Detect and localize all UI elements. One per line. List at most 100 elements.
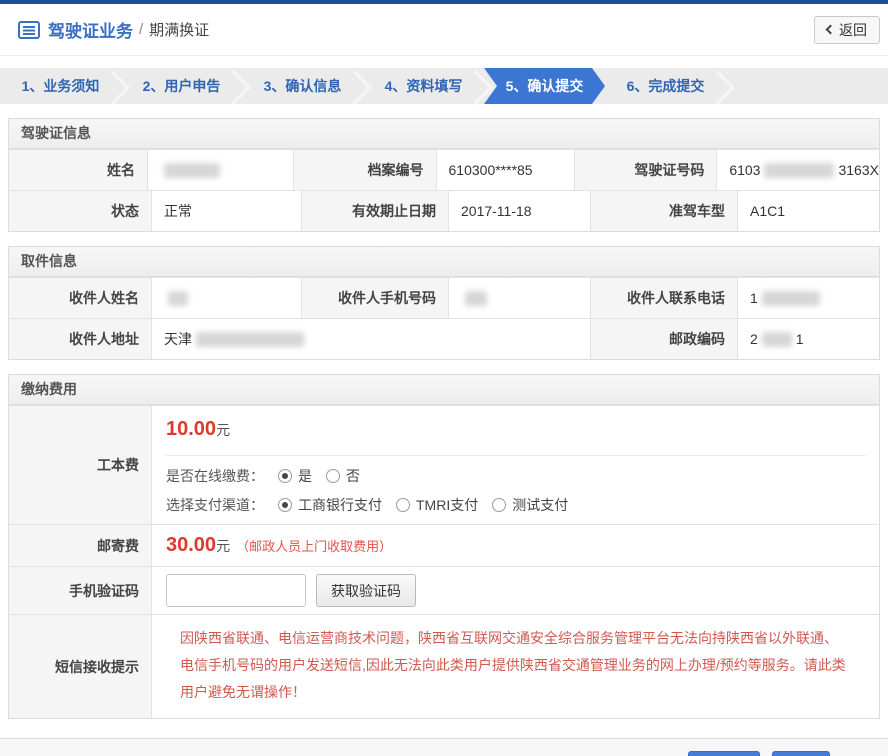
step-5-confirm-submit-active[interactable]: 5、确认提交: [484, 68, 605, 104]
radio-online-yes-label[interactable]: 是: [298, 466, 312, 486]
sms-tip-row: 短信接收提示 因陕西省联通、电信运营商技术问题，陕西省互联网交通安全综合服务管理…: [9, 614, 879, 718]
chevron-left-icon: [826, 25, 836, 35]
postal-code-label: 邮政编码: [590, 319, 737, 359]
page: 驾驶证业务 / 期满换证 返回 1、业务须知 2、用户申告 3、确认信息 4、资…: [0, 0, 888, 756]
postage-fee-row: 邮寄费 30.00元 （邮政人员上门收取费用）: [9, 524, 879, 566]
radio-channel-tmri-label[interactable]: TMRI支付: [416, 495, 478, 515]
radio-channel-icbc-label[interactable]: 工商银行支付: [298, 495, 382, 515]
expiry-date-value: 2017-11-18: [448, 191, 590, 231]
radio-channel-icbc[interactable]: [278, 498, 292, 512]
captcha-body: 获取验证码: [151, 567, 879, 614]
redacted-postal-code: [762, 332, 792, 347]
recipient-address-prefix: 天津: [164, 329, 192, 349]
step-1-business-notice[interactable]: 1、业务须知: [0, 68, 121, 104]
page-title: 驾驶证业务: [48, 17, 133, 42]
get-captcha-button[interactable]: 获取验证码: [316, 574, 416, 607]
radio-channel-test[interactable]: [492, 498, 506, 512]
back-button-label: 返回: [839, 20, 867, 40]
recipient-mobile-label: 收件人手机号码: [301, 278, 448, 318]
table-row: 状态 正常 有效期止日期 2017-11-18 准驾车型 A1C1: [9, 190, 879, 231]
name-label: 姓名: [9, 150, 147, 190]
postage-fee-note: （邮政人员上门收取费用）: [236, 536, 392, 555]
radio-online-yes[interactable]: [278, 469, 292, 483]
status-value: 正常: [151, 191, 301, 231]
content-card: 驾驶证业务 / 期满换证 返回 1、业务须知 2、用户申告 3、确认信息 4、资…: [0, 0, 888, 750]
redacted-name: [164, 163, 220, 178]
radio-online-no-label[interactable]: 否: [346, 466, 360, 486]
postage-fee-unit: 元: [216, 536, 230, 556]
sms-tip-label: 短信接收提示: [9, 615, 151, 718]
previous-step-button[interactable]: 上一步: [688, 751, 760, 756]
license-number-label: 驾驶证号码: [574, 150, 717, 190]
license-info-title: 驾驶证信息: [9, 119, 879, 149]
fees-section: 缴纳费用 工本费 10.00元 是否在线缴费： 是 否 选择支付渠道： 工商银行…: [8, 374, 880, 719]
captcha-line: 获取验证码: [166, 567, 865, 614]
table-row: 收件人姓名 收件人手机号码 收件人联系电话 1: [9, 277, 879, 318]
postal-code-value: 2 1: [737, 319, 879, 359]
postage-fee-amount: 30.00: [166, 534, 216, 557]
production-fee-row: 工本费 10.00元 是否在线缴费： 是 否 选择支付渠道： 工商银行支付: [9, 405, 879, 524]
sms-tip-body: 因陕西省联通、电信运营商技术问题，陕西省互联网交通安全综合服务管理平台无法向持陕…: [151, 615, 879, 718]
redacted-license-number: [764, 163, 834, 178]
status-label: 状态: [9, 191, 151, 231]
page-header: 驾驶证业务 / 期满换证 返回: [0, 4, 888, 56]
file-number-label: 档案编号: [293, 150, 436, 190]
vehicle-class-value: A1C1: [737, 191, 879, 231]
step-2-user-declaration[interactable]: 2、用户申告: [121, 68, 242, 104]
postage-fee-line: 30.00元 （邮政人员上门收取费用）: [166, 525, 865, 566]
redacted-recipient-mobile: [465, 291, 487, 306]
pickup-info-title: 取件信息: [9, 247, 879, 277]
online-payment-question-line: 是否在线缴费： 是 否: [166, 462, 865, 490]
radio-channel-tmri[interactable]: [396, 498, 410, 512]
production-fee-amount-line: 10.00元: [166, 406, 865, 456]
license-info-section: 驾驶证信息 姓名 档案编号 610300****85 驾驶证号码 6103 31…: [8, 118, 880, 232]
license-business-icon: [18, 21, 40, 39]
step-6-complete-submit[interactable]: 6、完成提交: [605, 68, 726, 104]
recipient-name-value: [151, 278, 301, 318]
sms-tip-text-wrap: 因陕西省联通、电信运营商技术问题，陕西省互联网交通安全综合服务管理平台无法向持陕…: [166, 615, 865, 718]
recipient-phone-label: 收件人联系电话: [590, 278, 737, 318]
production-fee-label: 工本费: [9, 406, 151, 524]
breadcrumb-current: 期满换证: [149, 19, 209, 40]
name-value: [147, 150, 293, 190]
captcha-row: 手机验证码 获取验证码: [9, 566, 879, 614]
recipient-phone-value: 1: [737, 278, 879, 318]
license-number-prefix: 6103: [729, 162, 760, 178]
step-3-confirm-info[interactable]: 3、确认信息: [242, 68, 363, 104]
production-fee-unit: 元: [216, 422, 230, 438]
step-wizard: 1、业务须知 2、用户申告 3、确认信息 4、资料填写 5、确认提交 6、完成提…: [0, 68, 888, 104]
postage-fee-body: 30.00元 （邮政人员上门收取费用）: [151, 525, 879, 566]
production-fee-amount: 10.00: [166, 418, 216, 440]
recipient-mobile-value: [448, 278, 590, 318]
back-button[interactable]: 返回: [814, 16, 880, 44]
postal-code-prefix: 2: [750, 331, 758, 347]
radio-channel-test-label[interactable]: 测试支付: [512, 495, 568, 515]
breadcrumb-separator: /: [139, 21, 143, 38]
table-row: 姓名 档案编号 610300****85 驾驶证号码 6103 3163X: [9, 149, 879, 190]
recipient-address-value: 天津: [151, 319, 590, 359]
payment-channel-question-line: 选择支付渠道： 工商银行支付 TMRI支付 测试支付: [166, 496, 865, 524]
sms-tip-text: 因陕西省联通、电信运营商技术问题，陕西省互联网交通安全综合服务管理平台无法向持陕…: [180, 625, 851, 706]
pickup-info-section: 取件信息 收件人姓名 收件人手机号码 收件人联系电话 1 收件人地址 天津 邮政…: [8, 246, 880, 360]
redacted-recipient-address: [196, 332, 304, 347]
captcha-label: 手机验证码: [9, 567, 151, 614]
production-fee-body: 10.00元 是否在线缴费： 是 否 选择支付渠道： 工商银行支付 TMRI支付: [151, 406, 879, 524]
finish-button[interactable]: 完成: [772, 751, 830, 756]
license-number-suffix: 3163X: [838, 162, 878, 178]
postal-code-suffix: 1: [796, 331, 804, 347]
footer-actions: 上一步 完成: [0, 738, 888, 756]
captcha-input[interactable]: [166, 574, 306, 607]
redacted-recipient-phone: [762, 291, 820, 306]
fees-title: 缴纳费用: [9, 375, 879, 405]
recipient-phone-prefix: 1: [750, 290, 758, 306]
expiry-date-label: 有效期止日期: [301, 191, 448, 231]
vehicle-class-label: 准驾车型: [590, 191, 737, 231]
payment-channel-question: 选择支付渠道：: [166, 495, 264, 515]
recipient-name-label: 收件人姓名: [9, 278, 151, 318]
recipient-address-label: 收件人地址: [9, 319, 151, 359]
license-number-value: 6103 3163X: [716, 150, 879, 190]
step-4-fill-data[interactable]: 4、资料填写: [363, 68, 484, 104]
online-payment-question: 是否在线缴费：: [166, 466, 264, 486]
radio-online-no[interactable]: [326, 469, 340, 483]
file-number-value: 610300****85: [436, 150, 574, 190]
